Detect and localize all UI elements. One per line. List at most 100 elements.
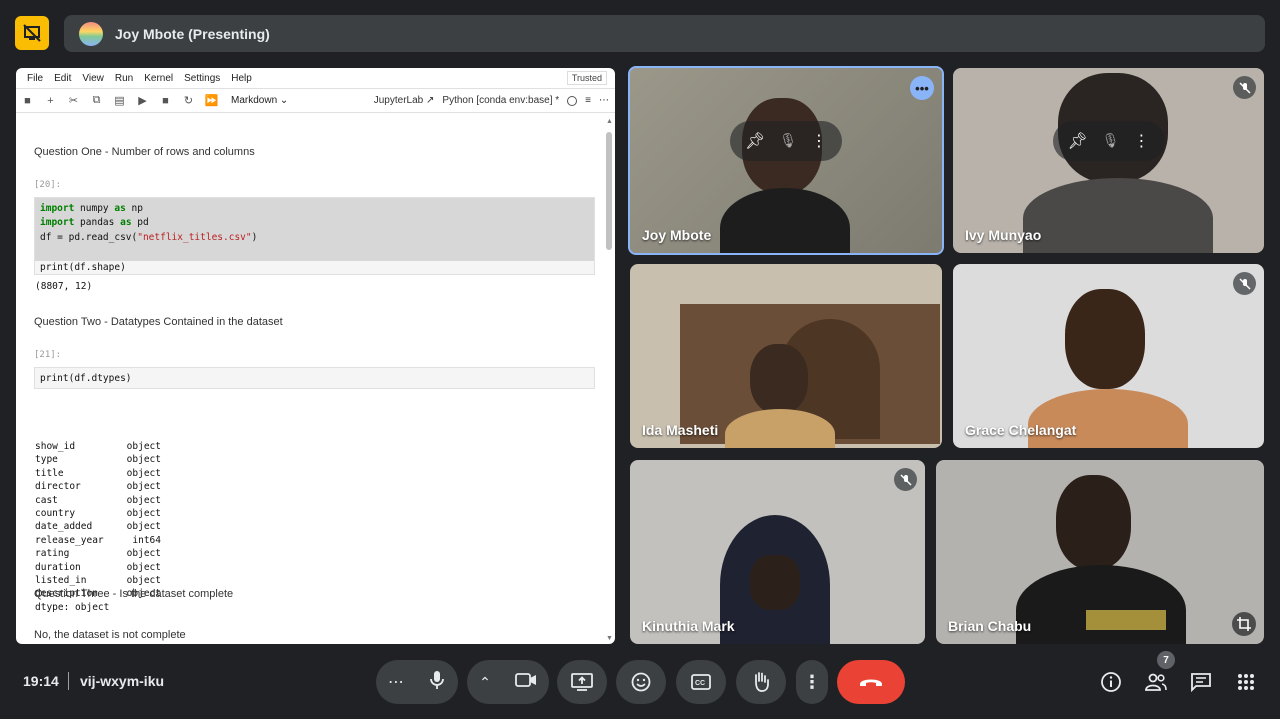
meeting-info-button[interactable] [1097,668,1125,696]
raise-hand-button[interactable] [736,660,786,704]
participant-tile-kinuthia[interactable]: Kinuthia Mark [630,460,925,644]
dtype-column-name: director [35,481,81,493]
dtype-row: date_added object [35,520,161,533]
save-icon[interactable]: ■ [16,95,39,107]
people-button[interactable] [1142,668,1170,696]
dtype-column-name: rating [35,548,70,560]
dtype-row: rating object [35,547,161,560]
mic-off-icon[interactable]: 🎙︎ [1102,132,1120,149]
tile-controls: 📌︎ 🎙︎ ⋮ [730,120,842,161]
tile-more-icon[interactable]: ⋮ [811,131,827,151]
restart-icon[interactable]: ↻ [177,94,200,107]
microphone-button[interactable] [428,670,446,695]
captions-icon: CC [691,674,711,690]
video-options-icon[interactable]: ⌃ [479,674,491,691]
participant-tile-brian[interactable]: Brian Chabu [936,460,1264,644]
menu-settings[interactable]: Settings [184,73,220,84]
code-cell-2[interactable]: print(df.dtypes) [34,367,595,389]
copy-icon[interactable]: ⧉ [85,94,108,107]
run-icon[interactable]: ▶ [131,94,154,107]
menu-lines-icon[interactable]: ≡ [585,95,591,106]
info-icon [1101,672,1121,692]
dtype-row: director object [35,480,161,493]
dtype-row: cast object [35,494,161,507]
leave-call-button[interactable] [837,660,905,704]
menu-view[interactable]: View [82,73,104,84]
dtype-value: object [126,454,161,466]
participant-name: Kinuthia Mark [642,618,735,634]
kernel-info: JupyterLab ↗ Python [conda env:base] * ≡… [374,95,609,106]
shared-screen: File Edit View Run Kernel Settings Help … [16,68,615,644]
more-options-icon[interactable]: ••• [910,76,934,100]
people-count-badge: 7 [1157,651,1175,669]
more-options-button[interactable]: ⋮ [796,660,828,704]
tile-more-icon[interactable]: ⋮ [1134,131,1150,151]
participant-tile-grace[interactable]: Grace Chelangat [953,264,1264,448]
chat-button[interactable] [1187,668,1215,696]
menu-edit[interactable]: Edit [54,73,71,84]
presentation-logo-icon[interactable] [15,16,49,50]
dtype-row: release_year int64 [35,534,161,547]
cut-icon[interactable]: ✂ [62,94,85,107]
meeting-time: 19:14 [23,673,59,689]
dtype-value: object [126,575,161,587]
cell-prompt-2: [21]: [34,350,62,360]
menu-run[interactable]: Run [115,73,133,84]
audio-options-icon[interactable]: ⋯ [388,672,404,692]
muted-mic-icon [894,468,917,491]
participant-name: Grace Chelangat [965,422,1077,438]
dtype-value: object [126,508,161,520]
dtype-row: title object [35,467,161,480]
notebook-area[interactable]: Question One - Number of rows and column… [16,114,604,644]
dtype-row: listed_in object [35,574,161,587]
camera-button[interactable] [515,672,537,693]
captions-button[interactable]: CC [676,660,726,704]
participant-tile-ida[interactable]: Ida Masheti [630,264,942,448]
dtype-value: object [126,494,161,506]
dtype-value: object [126,561,161,573]
more-dots-icon[interactable]: ⋯ [599,95,609,106]
participant-tile-joy[interactable]: ••• 📌︎ 🎙︎ ⋮ Joy Mbote [628,66,944,255]
markdown-q3: Question Three - Is the dataset complete [34,588,234,600]
markdown-q2: Question Two - Datatypes Contained in th… [34,316,283,328]
dtype-column-name: listed_in [35,575,87,587]
jupyterlab-link[interactable]: JupyterLab ↗ [374,95,435,106]
people-icon [1145,673,1167,691]
menu-kernel[interactable]: Kernel [144,73,173,84]
participant-name: Joy Mbote [642,227,712,243]
menu-help[interactable]: Help [231,73,252,84]
mic-icon[interactable]: 🎙︎ [779,132,797,149]
dtype-column-name: title [35,467,64,479]
add-cell-icon[interactable]: + [39,95,62,107]
cell-type-select[interactable]: Markdown ⌄ [231,95,288,106]
dtype-column-name: show_id [35,441,76,452]
scroll-thumb[interactable] [606,132,612,250]
activities-button[interactable] [1232,668,1260,696]
presenting-banner: Joy Mbote (Presenting) [64,15,1265,52]
jupyter-toolbar: ■ + ✂ ⧉ ▤ ▶ ■ ↻ ⏩ Markdown ⌄ JupyterLab … [16,89,615,113]
emoji-icon [631,672,651,692]
fast-forward-icon[interactable]: ⏩ [200,94,223,107]
dtype-value: object [126,441,161,452]
present-screen-button[interactable] [557,660,607,704]
trusted-badge[interactable]: Trusted [566,71,607,85]
scrollbar[interactable]: ▲ ▼ [606,118,613,642]
meeting-code[interactable]: vij-wxym-iku [80,673,164,689]
presenting-title: Joy Mbote (Presenting) [115,25,270,42]
code-cell-1[interactable]: import numpy as np import pandas as pd d… [34,197,595,275]
reactions-button[interactable] [616,660,666,704]
output-1: (8807, 12) [35,281,93,292]
stop-icon[interactable]: ■ [154,95,177,107]
paste-icon[interactable]: ▤ [108,94,131,107]
menu-file[interactable]: File [27,73,43,84]
dtype-value: object [126,548,161,560]
dtype-row: type object [35,453,161,466]
participant-tile-ivy[interactable]: 📌︎ 🎙︎ ⋮ Ivy Munyao [953,68,1264,253]
pin-icon[interactable]: 📌︎ [745,131,765,151]
kernel-name[interactable]: Python [conda env:base] * [442,95,559,106]
dtypes-footer: dtype: object [35,601,110,613]
muted-mic-icon [1233,76,1256,99]
crop-icon[interactable] [1232,612,1256,636]
participant-name: Brian Chabu [948,618,1032,634]
pin-icon[interactable]: 📌︎ [1067,131,1087,151]
